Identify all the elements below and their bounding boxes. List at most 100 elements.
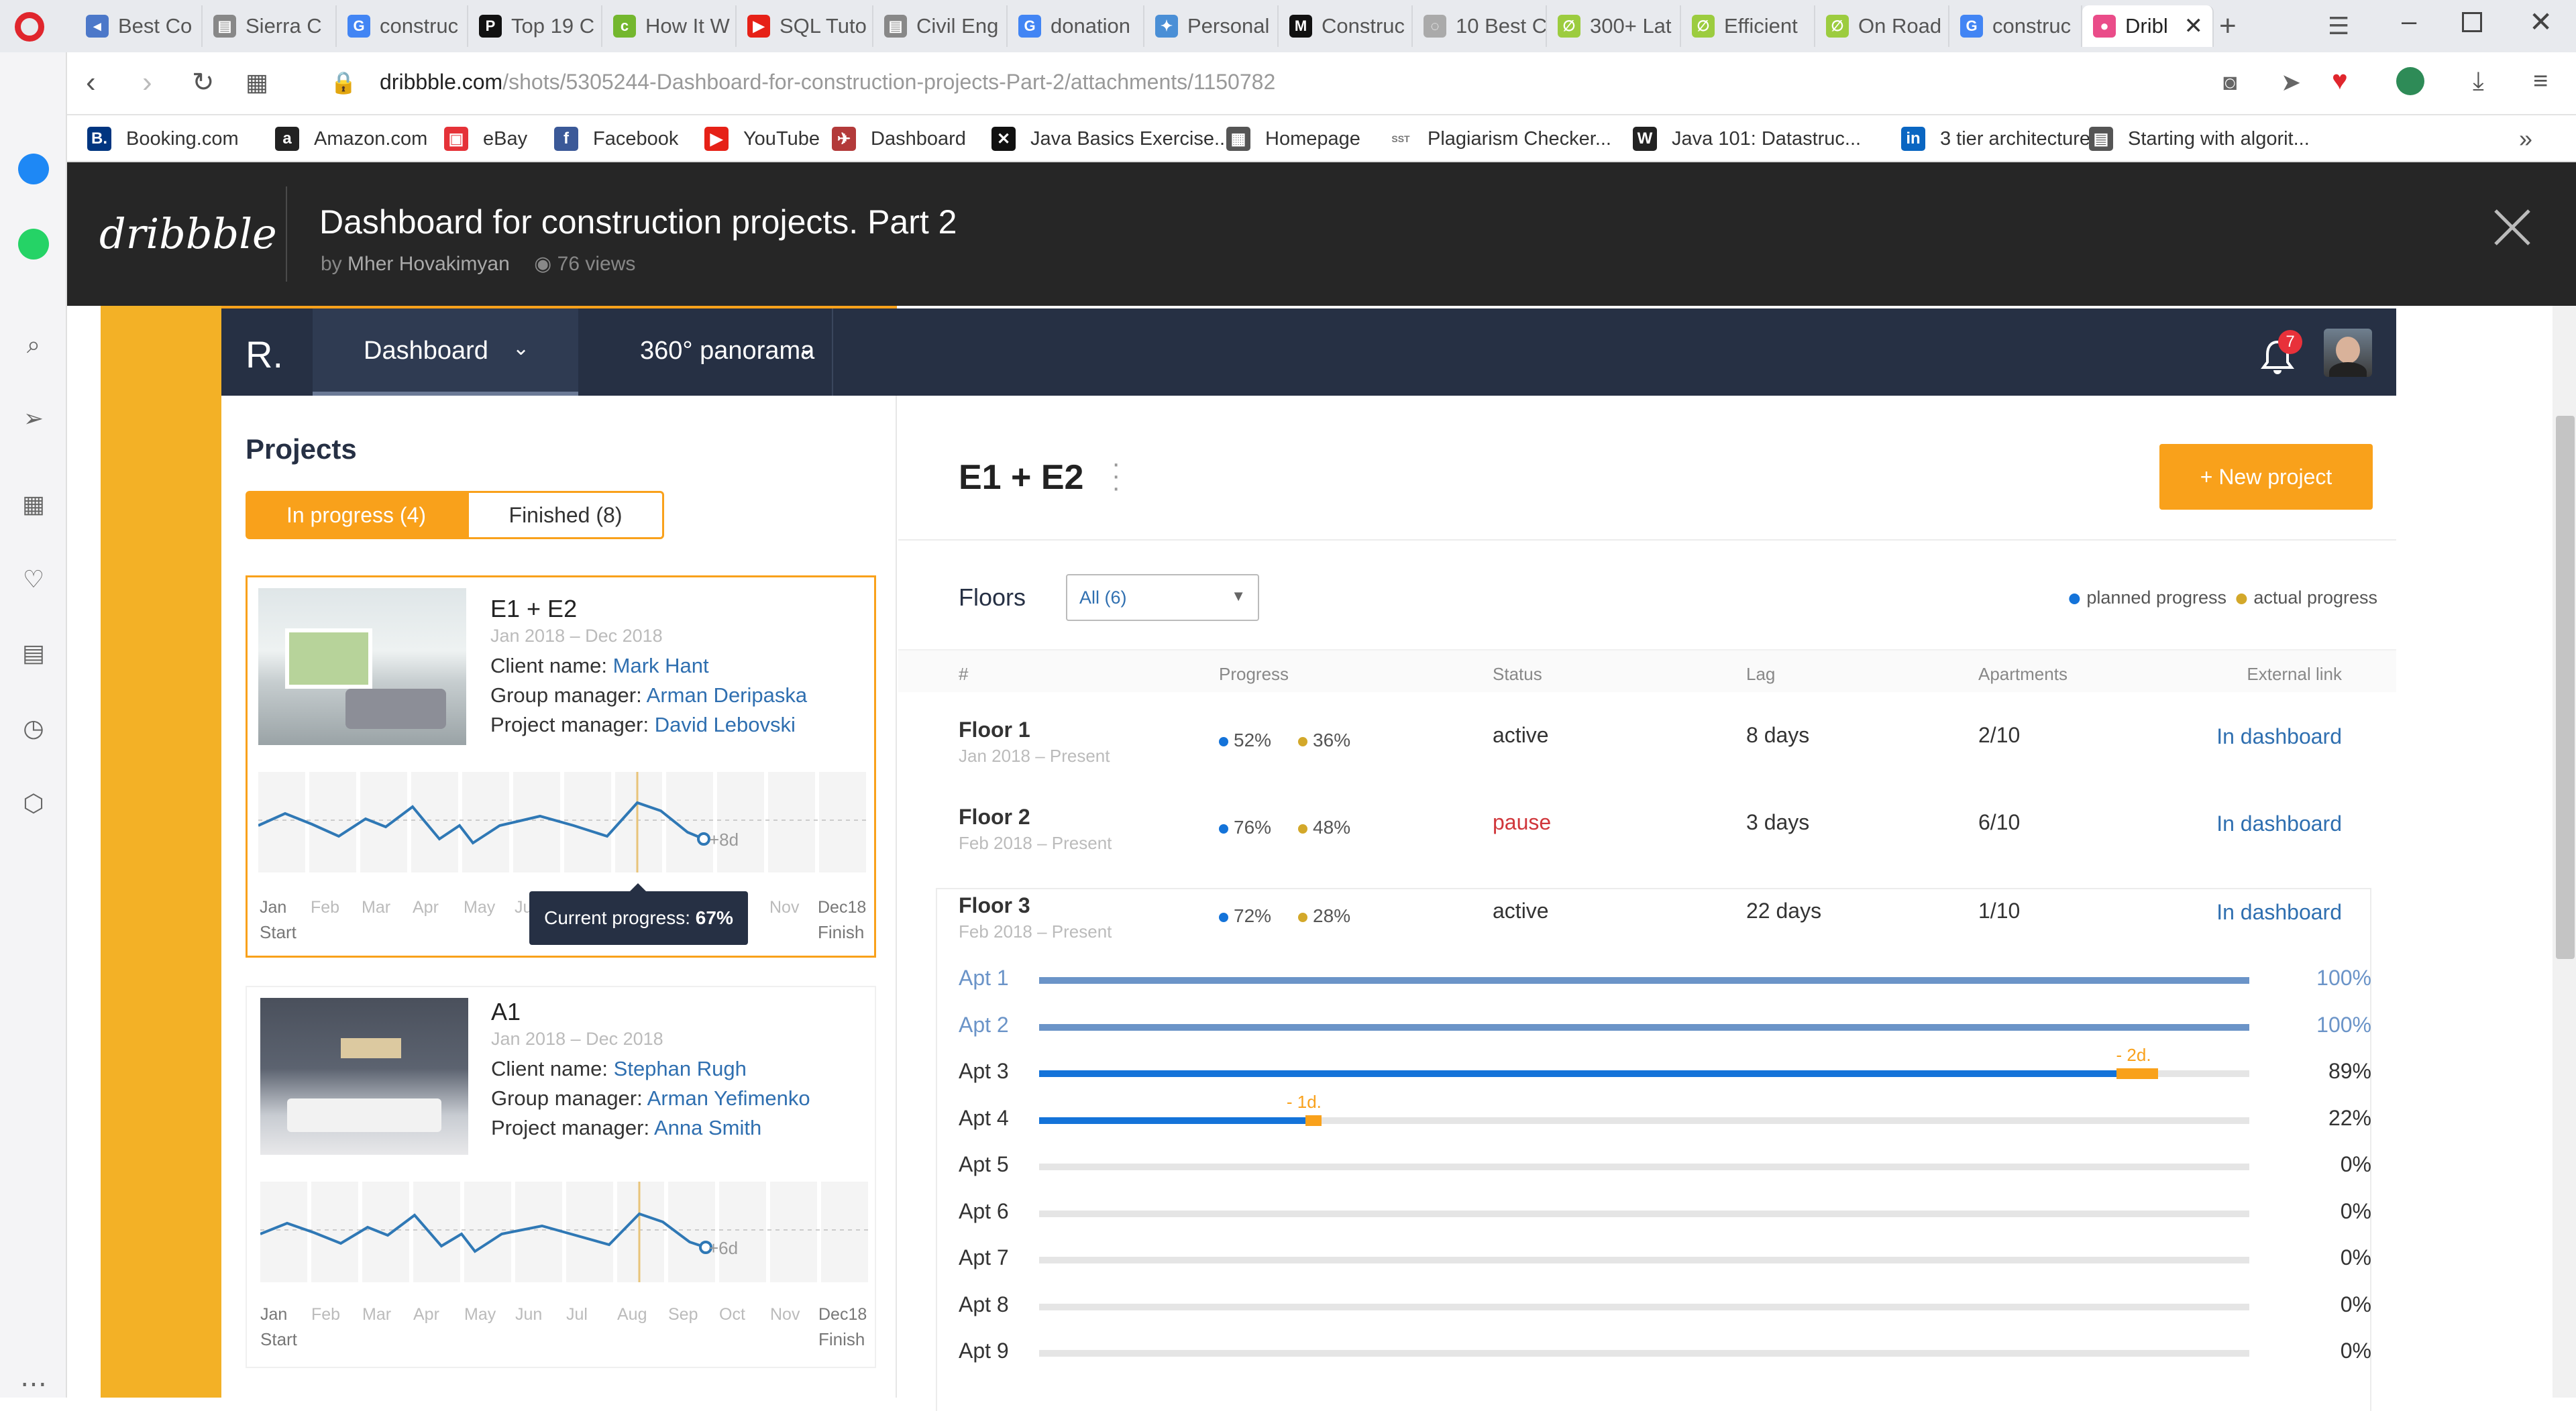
browser-tab[interactable]: ✦ Personal bbox=[1144, 5, 1279, 47]
bookmark-item[interactable]: ✕ Java Basics Exercise... bbox=[991, 125, 1230, 153]
bookmark-item[interactable]: a Amazon.com bbox=[275, 125, 427, 153]
nav-dashboard[interactable]: Dashboard ⌄ bbox=[313, 308, 578, 396]
client-link[interactable]: Stephan Rugh bbox=[614, 1057, 747, 1080]
floor-dashboard-link[interactable]: In dashboard bbox=[2216, 724, 2342, 749]
project-card-e1-e2[interactable]: E1 + E2 Jan 2018 – Dec 2018 Client name:… bbox=[246, 575, 876, 958]
floor-row[interactable] bbox=[898, 785, 2396, 865]
project-manager-link[interactable]: Anna Smith bbox=[654, 1116, 761, 1139]
bookmarks-overflow-icon[interactable]: » bbox=[2519, 125, 2532, 153]
bookmark-item[interactable]: in 3 tier architecture bbox=[1901, 125, 2090, 153]
client-link[interactable]: Mark Hant bbox=[613, 654, 709, 677]
reload-icon[interactable]: ↻ bbox=[192, 67, 215, 98]
news-icon[interactable]: ▤ bbox=[16, 636, 51, 671]
close-shot-icon[interactable] bbox=[2482, 197, 2542, 258]
browser-tab[interactable]: ◂ Best Co bbox=[75, 5, 203, 47]
project-manager-link[interactable]: David Lebovski bbox=[655, 713, 796, 736]
history-icon[interactable]: ◷ bbox=[16, 711, 51, 746]
dribbble-logo[interactable]: dribbble bbox=[99, 209, 277, 258]
speed-dial-icon[interactable]: ▦ bbox=[16, 487, 51, 522]
search-icon[interactable]: ⌕ bbox=[16, 327, 51, 362]
filter-finished-tab[interactable]: Finished (8) bbox=[467, 491, 664, 539]
browser-tab[interactable]: ∅ Efficient bbox=[1681, 5, 1815, 47]
flow-send-icon[interactable]: ➢ bbox=[16, 401, 51, 436]
floor-dates: Jan 2018 – Present bbox=[959, 746, 1110, 766]
download-icon[interactable]: ⤓ bbox=[2473, 67, 2484, 96]
project-card-a1[interactable]: A1 Jan 2018 – Dec 2018 Client name: Step… bbox=[246, 986, 876, 1368]
tab-menu-icon[interactable]: ☰ bbox=[2328, 12, 2349, 40]
messenger-icon[interactable] bbox=[16, 152, 51, 186]
browser-tab[interactable]: M Construc bbox=[1279, 5, 1413, 47]
bookmark-item[interactable]: ▦ Homepage bbox=[1226, 125, 1360, 153]
vpn-globe-icon[interactable] bbox=[2396, 67, 2424, 95]
floor-row[interactable] bbox=[898, 697, 2396, 778]
apartment-row[interactable]: Apt 1 100% bbox=[936, 966, 2371, 1006]
site-favicon-icon: ◂ bbox=[86, 15, 109, 38]
browser-tab[interactable]: c How It W bbox=[602, 5, 737, 47]
restore-button[interactable] bbox=[2462, 12, 2482, 32]
url-field[interactable]: dribbble.com/shots/5305244-Dashboard-for… bbox=[380, 70, 1275, 95]
floor-row[interactable] bbox=[898, 873, 2396, 954]
bookmarks-heart-icon[interactable]: ♡ bbox=[16, 562, 51, 597]
send-icon[interactable]: ➤ bbox=[2281, 68, 2301, 97]
app-logo[interactable]: R. bbox=[246, 333, 283, 376]
bookmark-item[interactable]: B. Booking.com bbox=[87, 125, 239, 153]
group-manager-link[interactable]: Arman Deripaska bbox=[647, 683, 807, 707]
close-tab-icon[interactable]: ✕ bbox=[2184, 13, 2204, 40]
floors-select[interactable]: All (6) ▼ bbox=[1066, 574, 1259, 621]
apartment-row[interactable]: Apt 3 - 2d. 89% bbox=[936, 1045, 2371, 1099]
bookmark-item[interactable]: ▤ Starting with algorit... bbox=[2089, 125, 2310, 153]
new-tab-button[interactable]: + bbox=[2219, 9, 2237, 43]
nav-panorama[interactable]: 360° panorama ⌄ bbox=[578, 308, 833, 396]
browser-tab[interactable]: Gdonation bbox=[1008, 5, 1144, 47]
opera-logo-icon[interactable] bbox=[15, 12, 44, 42]
browser-tab[interactable]: ▤ Sierra C bbox=[203, 5, 337, 47]
extensions-cube-icon[interactable]: ⬡ bbox=[16, 786, 51, 821]
timeline-month: Mar bbox=[362, 1305, 392, 1324]
new-project-button[interactable]: + New project bbox=[2159, 444, 2373, 510]
camera-icon[interactable]: ◙ bbox=[2223, 70, 2237, 96]
apartment-row[interactable]: Apt 9 0% bbox=[936, 1339, 2371, 1379]
more-options-icon[interactable]: · · · bbox=[1112, 450, 1120, 501]
forward-icon[interactable]: › bbox=[142, 66, 152, 99]
browser-tab[interactable]: ∅ 300+ Lat bbox=[1547, 5, 1681, 47]
browser-tab[interactable]: P Top 19 C bbox=[468, 5, 602, 47]
bookmark-favicon-icon: ▦ bbox=[1226, 127, 1250, 151]
filter-in-progress-tab[interactable]: In progress (4) bbox=[246, 491, 467, 539]
browser-tab[interactable]: Gconstruc bbox=[337, 5, 468, 47]
bookmark-item[interactable]: ▶ YouTube bbox=[704, 125, 820, 153]
window-close-button[interactable]: ✕ bbox=[2529, 5, 2553, 38]
browser-tab[interactable]: ◌ 10 Best C bbox=[1413, 5, 1547, 47]
apartment-row[interactable]: Apt 6 0% bbox=[936, 1199, 2371, 1239]
notifications-button[interactable]: 7 bbox=[2261, 330, 2302, 379]
easy-setup-icon[interactable]: ≡ bbox=[2533, 67, 2548, 96]
bookmark-item[interactable]: ✈ Dashboard bbox=[832, 125, 966, 153]
heart-icon[interactable]: ♥ bbox=[2332, 66, 2348, 96]
apartment-row[interactable]: Apt 2 100% bbox=[936, 1013, 2371, 1053]
minimize-button[interactable]: – bbox=[2402, 7, 2416, 37]
apartment-row[interactable]: Apt 8 0% bbox=[936, 1292, 2371, 1333]
whatsapp-icon[interactable] bbox=[16, 227, 51, 262]
bookmark-item[interactable]: f Facebook bbox=[554, 125, 678, 153]
tabs-grid-icon[interactable]: ▦ bbox=[246, 68, 268, 97]
browser-tab[interactable]: ▶ SQL Tuto bbox=[737, 5, 873, 47]
apartment-row[interactable]: Apt 4 - 1d. 22% bbox=[936, 1092, 2371, 1146]
project-name: E1 + E2 bbox=[490, 595, 578, 622]
floor-dashboard-link[interactable]: In dashboard bbox=[2216, 811, 2342, 836]
more-dots-icon[interactable]: ⋯ bbox=[16, 1367, 51, 1402]
bookmark-item[interactable]: W Java 101: Datastruc... bbox=[1633, 125, 1861, 153]
browser-tab[interactable]: ▤ Civil Eng bbox=[873, 5, 1008, 47]
user-avatar[interactable] bbox=[2324, 329, 2372, 377]
author-link[interactable]: Mher Hovakimyan bbox=[347, 253, 510, 275]
apartment-row[interactable]: Apt 7 0% bbox=[936, 1245, 2371, 1286]
browser-tab[interactable]: ● Dribl ✕ bbox=[2082, 5, 2214, 47]
back-icon[interactable]: ‹ bbox=[86, 66, 96, 99]
floor-dashboard-link[interactable]: In dashboard bbox=[2216, 900, 2342, 925]
apartment-row[interactable]: Apt 5 0% bbox=[936, 1152, 2371, 1192]
browser-tab[interactable]: Gconstruc bbox=[1949, 5, 2082, 47]
group-manager-link[interactable]: Arman Yefimenko bbox=[647, 1086, 810, 1110]
page-scrollbar-thumb[interactable] bbox=[2556, 416, 2575, 959]
apartment-lag-label: - 2d. bbox=[2116, 1045, 2151, 1065]
bookmark-item[interactable]: ▣ eBay bbox=[444, 125, 527, 153]
browser-tab[interactable]: ∅ On Road bbox=[1815, 5, 1949, 47]
bookmark-item[interactable]: SST Plagiarism Checker... bbox=[1389, 125, 1611, 153]
